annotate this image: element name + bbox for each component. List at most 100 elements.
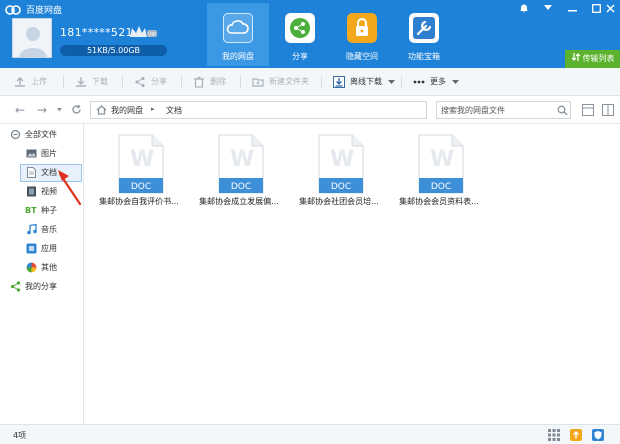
toolbar: 上传 下载 分享 删除 新建文件夹 离线下载 更多 <box>0 68 620 96</box>
annotation-arrow-icon <box>58 170 82 206</box>
breadcrumb-chevron-icon: ▸ <box>151 105 155 113</box>
share-icon <box>285 13 315 43</box>
sidebar-item-label: 图片 <box>41 149 57 158</box>
sidebar-item-label: 全部文件 <box>25 130 57 139</box>
tab-label: 分享 <box>292 52 308 61</box>
tab-label: 功能宝箱 <box>408 52 440 61</box>
transfer-list-button[interactable]: 传输列表 <box>565 50 620 68</box>
new-folder-icon <box>252 78 264 87</box>
doc-glyph: W <box>330 147 354 172</box>
list-view-icon[interactable] <box>582 104 594 116</box>
sidebar-item-music[interactable]: 音乐 <box>0 221 84 239</box>
file-name: 集邮协会自我评价书... <box>99 197 179 206</box>
minimize-button[interactable] <box>560 0 584 16</box>
navigation-bar: ← → 我的网盘 ▸ 文档 <box>0 96 620 124</box>
menu-chevron-down-icon[interactable] <box>536 0 560 16</box>
sidebar-item-apps[interactable]: 应用 <box>0 240 84 258</box>
video-icon <box>27 186 36 197</box>
bt-icon: BT <box>25 206 37 215</box>
grid-view-icon[interactable] <box>602 104 614 116</box>
share-button[interactable]: 分享 <box>134 74 167 90</box>
doc-glyph: W <box>130 147 154 172</box>
word-document-icon: W DOC <box>418 134 464 194</box>
download-label: 下载 <box>92 77 108 86</box>
word-document-icon: W DOC <box>318 134 364 194</box>
share-icon <box>10 281 21 292</box>
home-icon[interactable] <box>96 105 107 115</box>
tab-hidden-space[interactable]: 隐藏空间 <box>331 3 393 66</box>
storage-quota-text: 51KB/5.00GB <box>86 46 141 55</box>
shield-icon[interactable] <box>592 429 604 441</box>
tab-share[interactable]: 分享 <box>269 3 331 66</box>
cloud-icon <box>223 13 253 43</box>
search-input[interactable] <box>441 104 551 117</box>
offline-download-icon <box>333 76 345 88</box>
doc-glyph: W <box>430 147 454 172</box>
sidebar-item-images[interactable]: 图片 <box>0 145 84 163</box>
offline-download-button[interactable]: 离线下载 <box>333 74 395 90</box>
refresh-icon[interactable] <box>71 104 82 115</box>
upload-icon <box>15 77 25 87</box>
username[interactable]: 181*****521 <box>60 26 133 39</box>
document-icon <box>27 167 36 178</box>
tab-toolbox[interactable]: 功能宝箱 <box>393 3 455 66</box>
grid-apps-icon[interactable] <box>548 429 560 441</box>
vip-crown-icon[interactable]: VIP <box>128 25 158 39</box>
sidebar-item-label: 其他 <box>41 263 57 272</box>
wrench-icon <box>409 13 439 43</box>
share-label: 分享 <box>151 77 167 86</box>
new-folder-button[interactable]: 新建文件夹 <box>252 74 309 90</box>
history-dropdown-icon[interactable] <box>57 108 62 112</box>
file-name: 集邮协会会员资料表... <box>399 197 479 206</box>
more-label: 更多 <box>430 77 446 86</box>
breadcrumb[interactable]: 我的网盘 ▸ 文档 <box>90 101 427 119</box>
breadcrumb-item-current[interactable]: 文档 <box>166 105 182 116</box>
delete-label: 删除 <box>210 77 226 86</box>
avatar[interactable] <box>12 18 52 58</box>
all-files-icon <box>10 129 21 140</box>
file-type-label: DOC <box>131 182 151 192</box>
more-dots-icon <box>413 80 425 84</box>
new-folder-label: 新建文件夹 <box>269 77 309 86</box>
upgrade-arrow-icon[interactable] <box>570 429 582 441</box>
upload-button[interactable]: 上传 <box>14 74 47 90</box>
file-item[interactable]: W DOC 集邮协会会员资料表... <box>394 134 484 214</box>
chevron-down-icon <box>452 79 459 84</box>
sidebar-item-label: 音乐 <box>41 225 57 234</box>
sidebar-item-my-share[interactable]: 我的分享 <box>0 278 84 296</box>
more-button[interactable]: 更多 <box>413 74 459 90</box>
sidebar-item-other[interactable]: 其他 <box>0 259 84 277</box>
forward-arrow-icon[interactable]: → <box>37 103 47 117</box>
tab-label: 隐藏空间 <box>346 52 378 61</box>
upload-label: 上传 <box>31 77 47 86</box>
download-button[interactable]: 下载 <box>75 74 108 90</box>
sidebar-item-all-files[interactable]: 全部文件 <box>0 126 84 144</box>
app-icon <box>26 243 37 254</box>
back-arrow-icon[interactable]: ← <box>15 103 25 117</box>
file-type-label: DOC <box>231 182 251 192</box>
file-item[interactable]: W DOC 集邮协会社团会员培... <box>294 134 384 214</box>
image-icon <box>26 149 37 158</box>
file-item[interactable]: W DOC 集邮协会成立发展偏... <box>194 134 284 214</box>
close-button[interactable] <box>600 0 620 16</box>
file-name: 集邮协会社团会员培... <box>299 197 379 206</box>
chevron-down-icon <box>388 79 395 84</box>
share-icon <box>135 76 145 88</box>
delete-button[interactable]: 删除 <box>193 74 226 90</box>
search-icon[interactable] <box>557 105 568 116</box>
transfer-icon <box>571 53 580 61</box>
search-box <box>436 101 571 119</box>
breadcrumb-item-root[interactable]: 我的网盘 <box>111 105 143 116</box>
status-bar: 4项 <box>0 424 620 444</box>
lock-icon <box>347 13 377 43</box>
item-count: 4项 <box>13 431 27 440</box>
notification-bell-icon[interactable] <box>512 0 536 16</box>
tab-my-netdisk[interactable]: 我的网盘 <box>207 3 269 66</box>
user-silhouette-icon <box>19 27 47 57</box>
word-document-icon: W DOC <box>118 134 164 194</box>
sidebar-item-label: 我的分享 <box>25 282 57 291</box>
file-item[interactable]: W DOC 集邮协会自我评价书... <box>94 134 184 214</box>
doc-glyph: W <box>230 147 254 172</box>
svg-text:VIP: VIP <box>148 32 156 38</box>
file-type-label: DOC <box>431 182 451 192</box>
